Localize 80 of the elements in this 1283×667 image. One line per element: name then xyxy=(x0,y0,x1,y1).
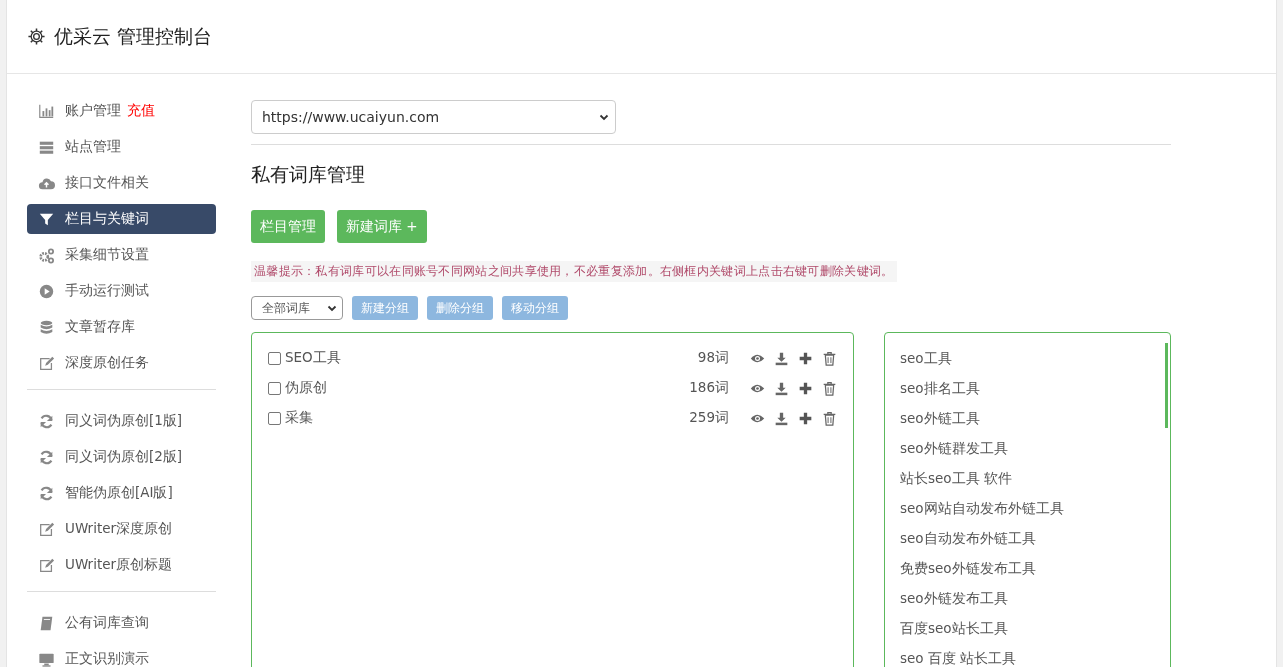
library-filter-select[interactable]: 全部词库 xyxy=(251,296,343,320)
edit-icon xyxy=(38,354,55,372)
word-count: 259词 xyxy=(689,409,729,427)
sidebar-item-label[interactable]: 公有词库查询 xyxy=(65,614,149,632)
gears-icon xyxy=(38,246,55,264)
recharge-link[interactable]: 充值 xyxy=(127,102,155,120)
keyword-item[interactable]: seo工具 xyxy=(900,347,1155,377)
sidebar-item-label[interactable]: 同义词伪原创[1版] xyxy=(65,412,183,430)
library-name: 伪原创 xyxy=(285,379,328,397)
library-name: 采集 xyxy=(285,409,314,427)
refresh-icon xyxy=(38,448,55,466)
sidebar-item-label[interactable]: 同义词伪原创[2版] xyxy=(65,448,183,466)
keyword-item[interactable]: seo外链群发工具 xyxy=(900,437,1155,467)
sidebar-item[interactable]: 采集细节设置 xyxy=(27,240,216,270)
sidebar-item-label[interactable]: 手动运行测试 xyxy=(65,282,149,300)
sidebar-item[interactable]: 智能伪原创[AI版] xyxy=(27,478,216,508)
page-heading: 私有词库管理 xyxy=(251,162,366,187)
bar-chart-icon xyxy=(38,102,55,120)
keyword-item[interactable]: seo排名工具 xyxy=(900,377,1155,407)
tip-text: 温馨提示：私有词库可以在同账号不同网站之间共享使用，不必重复添加。右侧框内关键词上点击右键可删除关键词。 xyxy=(251,261,897,282)
download-icon[interactable] xyxy=(774,380,789,396)
keyword-item[interactable]: 百度seo站长工具 xyxy=(900,617,1155,647)
chevron-down-icon xyxy=(599,112,609,122)
sidebar-item-label[interactable]: 账户管理 xyxy=(65,102,121,120)
edit-icon xyxy=(38,556,55,574)
sidebar-item[interactable]: 正文识别演示 xyxy=(27,644,216,667)
console-title: 优采云 管理控制台 xyxy=(54,23,213,49)
keyword-item[interactable]: 站长seo工具 软件 xyxy=(900,467,1155,497)
keyword-item[interactable]: seo 百度 站长工具 xyxy=(900,647,1155,667)
download-icon[interactable] xyxy=(774,350,789,366)
plus-icon[interactable] xyxy=(798,380,813,396)
chevron-down-icon xyxy=(327,303,337,313)
keyword-item[interactable]: seo自动发布外链工具 xyxy=(900,527,1155,557)
sidebar-item[interactable]: 同义词伪原创[2版] xyxy=(27,442,216,472)
keyword-item[interactable]: seo外链发布工具 xyxy=(900,587,1155,617)
sidebar-item[interactable]: 账户管理 充值 xyxy=(27,96,216,126)
book-icon xyxy=(38,614,55,632)
sidebar-item-label[interactable]: 正文识别演示 xyxy=(65,650,149,667)
sidebar-item[interactable]: UWriter深度原创 xyxy=(27,514,216,544)
word-count: 98词 xyxy=(697,349,729,367)
sidebar-item[interactable]: 公有词库查询 xyxy=(27,608,216,638)
sidebar-item-label[interactable]: 深度原创任务 xyxy=(65,354,149,372)
sidebar-item[interactable]: 手动运行测试 xyxy=(27,276,216,306)
keyword-item[interactable]: 免费seo外链发布工具 xyxy=(900,557,1155,587)
site-select[interactable]: https://www.ucaiyun.com xyxy=(251,100,616,134)
edit-icon xyxy=(38,520,55,538)
checkbox[interactable] xyxy=(268,351,281,365)
sidebar-item-label[interactable]: 站点管理 xyxy=(65,138,121,156)
sidebar-item[interactable]: 同义词伪原创[1版] xyxy=(27,406,216,436)
sidebar-item[interactable]: 接口文件相关 xyxy=(27,168,216,198)
database-icon xyxy=(38,318,55,336)
trash-icon[interactable] xyxy=(822,350,837,366)
trash-icon[interactable] xyxy=(822,380,837,396)
sidebar-item-label[interactable]: 智能伪原创[AI版] xyxy=(65,484,173,502)
refresh-icon xyxy=(38,484,55,502)
sidebar-item[interactable]: UWriter原创标题 xyxy=(27,550,216,580)
word-count: 186词 xyxy=(689,379,729,397)
sidebar-item[interactable]: 栏目与关键词 xyxy=(27,204,216,234)
checkbox[interactable] xyxy=(268,411,281,425)
plus-icon[interactable] xyxy=(798,410,813,426)
refresh-icon xyxy=(38,412,55,430)
sidebar-item-label[interactable]: UWriter原创标题 xyxy=(65,556,173,574)
sidebar-item-label[interactable]: 采集细节设置 xyxy=(65,246,149,264)
keyword-item[interactable]: seo外链工具 xyxy=(900,407,1155,437)
sidebar-item[interactable]: 深度原创任务 xyxy=(27,348,216,378)
download-icon[interactable] xyxy=(774,410,789,426)
checkbox[interactable] xyxy=(268,381,281,395)
sidebar-item[interactable]: 站点管理 xyxy=(27,132,216,162)
sidebar-item[interactable]: 文章暂存库 xyxy=(27,312,216,342)
scrollbar-thumb[interactable] xyxy=(1165,343,1168,428)
sidebar-item-label[interactable]: UWriter深度原创 xyxy=(65,520,173,538)
sidebar-item-label[interactable]: 文章暂存库 xyxy=(65,318,135,336)
play-icon xyxy=(38,282,55,300)
settings-icon xyxy=(27,27,46,46)
sidebar-item-label[interactable]: 接口文件相关 xyxy=(65,174,149,192)
trash-icon[interactable] xyxy=(822,410,837,426)
plus-icon[interactable] xyxy=(798,350,813,366)
keyword-item[interactable]: seo网站自动发布外链工具 xyxy=(900,497,1155,527)
sidebar-item-label[interactable]: 栏目与关键词 xyxy=(65,210,149,228)
library-name: SEO工具 xyxy=(285,349,342,367)
